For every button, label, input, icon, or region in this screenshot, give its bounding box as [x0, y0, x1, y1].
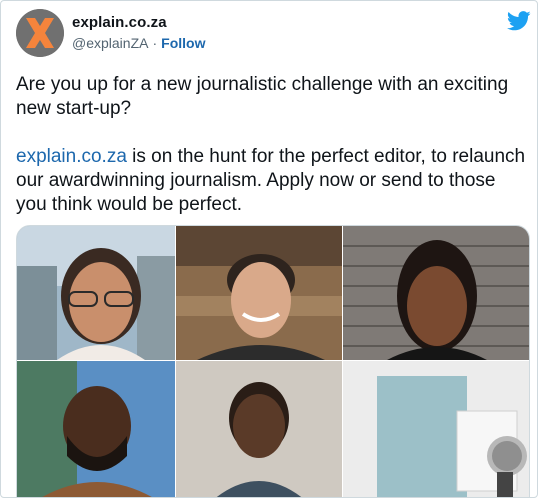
photo-tile-6[interactable] [343, 361, 530, 498]
tweet-media[interactable] [16, 225, 530, 498]
photo-tile-2[interactable] [176, 226, 342, 360]
photo-tile-1[interactable] [17, 226, 175, 360]
photo-tile-3[interactable] [343, 226, 530, 360]
separator-dot: · [152, 35, 158, 51]
tweet-text: Are you up for a new journalistic challe… [16, 73, 526, 217]
follow-button[interactable]: Follow [161, 35, 205, 51]
x-logo-icon [16, 9, 64, 57]
author-handle-row: @explainZA · Follow [72, 35, 205, 51]
author-handle[interactable]: @explainZA [72, 35, 148, 51]
explain-link[interactable]: explain.co.za [16, 146, 127, 167]
photo-collage [17, 226, 530, 498]
photo-tile-5[interactable] [176, 361, 342, 498]
author-name[interactable]: explain.co.za [72, 14, 167, 31]
twitter-bird-icon[interactable] [507, 11, 531, 31]
photo-tile-4[interactable] [17, 361, 175, 498]
author-avatar[interactable] [16, 9, 64, 57]
tweet-card: explain.co.za @explainZA · Follow Are you … [0, 0, 538, 498]
tweet-paragraph-1: Are you up for a new journalistic challe… [16, 74, 509, 119]
tweet-paragraph-2: explain.co.za is on the hunt for the per… [16, 145, 526, 217]
